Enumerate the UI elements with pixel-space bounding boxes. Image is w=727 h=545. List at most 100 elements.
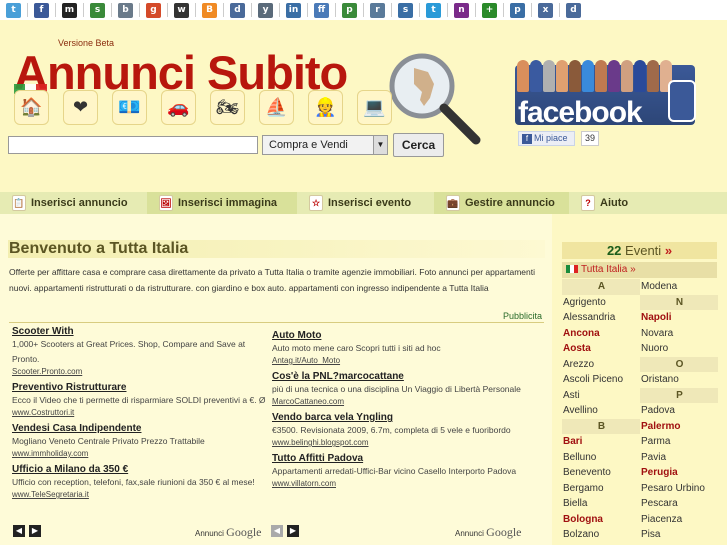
- ad-item[interactable]: Scooter With 1,000+ Scooters at Great Pri…: [12, 326, 272, 376]
- car-icon[interactable]: 🚗: [161, 90, 196, 125]
- wordpress-icon[interactable]: w: [174, 2, 189, 18]
- next-arrow-icon[interactable]: ▶: [287, 525, 299, 537]
- myspace-icon[interactable]: m: [62, 2, 77, 18]
- city-link[interactable]: Novara: [640, 326, 718, 342]
- ad-item[interactable]: Cos'è la PNL?marcocattane più di una tecn…: [272, 371, 532, 406]
- ad-url[interactable]: Scooter.Pronto.com: [12, 367, 272, 376]
- city-link[interactable]: Piacenza: [640, 512, 718, 528]
- ad-title[interactable]: Auto Moto: [272, 330, 532, 341]
- linkedin-icon[interactable]: in: [286, 2, 301, 18]
- city-link[interactable]: Bergamo: [562, 481, 640, 497]
- reader-icon[interactable]: r: [370, 2, 385, 18]
- city-link[interactable]: Aosta: [562, 341, 640, 357]
- google-icon[interactable]: g: [146, 2, 161, 18]
- pinterest-icon[interactable]: p: [510, 2, 525, 18]
- nav-inserisci-evento[interactable]: ☆ Inserisci evento: [297, 192, 434, 214]
- motorbike-icon[interactable]: 🏍: [210, 90, 245, 125]
- city-link[interactable]: Benevento: [562, 465, 640, 481]
- city-link[interactable]: Biella: [562, 496, 640, 512]
- myweb-icon[interactable]: y: [258, 2, 273, 18]
- search-button[interactable]: Cerca: [393, 133, 444, 157]
- city-link[interactable]: Perugia: [640, 465, 718, 481]
- ad-url[interactable]: Antag.it/Auto_Moto: [272, 356, 532, 365]
- ad-title[interactable]: Scooter With: [12, 326, 272, 337]
- nav-inserisci-immagina[interactable]: 🖼 Inserisci immagina: [147, 192, 297, 214]
- ad-url[interactable]: www.villatorn.com: [272, 479, 532, 488]
- ad-item[interactable]: Auto Moto Auto moto mene caro Scopri tutt…: [272, 330, 532, 365]
- netvibes-icon[interactable]: n: [454, 2, 469, 18]
- city-link[interactable]: Avellino: [562, 403, 640, 419]
- ad-item[interactable]: Ufficio a Milano da 350 € Ufficio con rec…: [12, 464, 272, 499]
- facebook-like-button[interactable]: f Mi piace: [518, 131, 575, 146]
- boat-icon[interactable]: ⛵: [259, 90, 294, 125]
- city-link[interactable]: Asti: [562, 388, 640, 404]
- city-link[interactable]: Modena: [640, 279, 718, 295]
- nav-inserisci-annuncio[interactable]: 📋 Inserisci annuncio: [0, 192, 147, 214]
- annunci-google-right[interactable]: Annunci Google: [455, 525, 521, 540]
- city-link[interactable]: Ancona: [562, 326, 640, 342]
- money-icon[interactable]: 💶: [112, 90, 147, 125]
- city-link[interactable]: Parma: [640, 434, 718, 450]
- city-link[interactable]: Pesaro Urbino: [640, 481, 718, 497]
- city-link[interactable]: Agrigento: [562, 295, 640, 311]
- city-link[interactable]: Belluno: [562, 450, 640, 466]
- nav-aiuto[interactable]: ? Aiuto: [569, 192, 727, 214]
- city-link[interactable]: Palermo: [640, 419, 718, 435]
- annunci-google-left[interactable]: Annunci Google: [195, 525, 261, 540]
- ad-item[interactable]: Vendo barca vela Yngling €3500. Revisiona…: [272, 412, 532, 447]
- stumbleupon-icon[interactable]: s: [90, 2, 105, 18]
- plus-icon[interactable]: +: [482, 2, 497, 18]
- heart-icon[interactable]: ❤: [63, 90, 98, 125]
- ad-title[interactable]: Ufficio a Milano da 350 €: [12, 464, 272, 475]
- twitter-icon[interactable]: t: [6, 2, 21, 18]
- prev-arrow-icon[interactable]: ◀: [13, 525, 25, 537]
- ad-title[interactable]: Preventivo Ristrutturare: [12, 382, 272, 393]
- city-link[interactable]: Bari: [562, 434, 640, 450]
- ad-url[interactable]: MarcoCattaneo.com: [272, 397, 532, 406]
- next-arrow-icon[interactable]: ▶: [29, 525, 41, 537]
- photo-icon[interactable]: p: [342, 2, 357, 18]
- city-link[interactable]: Nuoro: [640, 341, 718, 357]
- ad-title[interactable]: Vendo barca vela Yngling: [272, 412, 532, 423]
- ad-title[interactable]: Cos'è la PNL?marcocattane: [272, 371, 532, 382]
- mixx-icon[interactable]: x: [538, 2, 553, 18]
- ad-item[interactable]: Tutto Affitti Padova Appartamenti arredat…: [272, 453, 532, 488]
- share-icon[interactable]: s: [398, 2, 413, 18]
- ad-item[interactable]: Vendesi Casa Indipendente Mogliano Veneto…: [12, 423, 272, 458]
- prev-arrow-icon[interactable]: ◀: [271, 525, 283, 537]
- ad-url[interactable]: www.immholiday.com: [12, 449, 272, 458]
- city-link[interactable]: Pavia: [640, 450, 718, 466]
- bookmark-icon[interactable]: b: [118, 2, 133, 18]
- eventi-link[interactable]: 22 Eventi »: [562, 242, 717, 259]
- ad-url[interactable]: www.Costruttori.it: [12, 408, 272, 417]
- city-link[interactable]: Arezzo: [562, 357, 640, 373]
- ad-item[interactable]: Preventivo Ristrutturare Ecco il Video ch…: [12, 382, 272, 417]
- digg-icon[interactable]: d: [566, 2, 581, 18]
- category-select[interactable]: Compra e Vendi ▼: [262, 135, 388, 155]
- tutta-italia-link[interactable]: Tutta Italia »: [562, 262, 717, 278]
- ad-url[interactable]: www.TeleSegretaria.it: [12, 490, 272, 499]
- nav-gestire-annuncio[interactable]: 💼 Gestire annuncio: [434, 192, 569, 214]
- city-link[interactable]: Pisa: [640, 527, 718, 543]
- city-link[interactable]: Oristano: [640, 372, 718, 388]
- ad-title[interactable]: Tutto Affitti Padova: [272, 453, 532, 464]
- search-input[interactable]: [8, 136, 258, 154]
- city-link[interactable]: Bolzano: [562, 527, 640, 543]
- facebook-icon[interactable]: f: [34, 2, 49, 18]
- worker-icon[interactable]: 👷: [308, 90, 343, 125]
- city-link[interactable]: Pescara: [640, 496, 718, 512]
- divider: [139, 3, 140, 17]
- delicious-icon[interactable]: d: [230, 2, 245, 18]
- technorati-icon[interactable]: t: [426, 2, 441, 18]
- city-link[interactable]: Alessandria: [562, 310, 640, 326]
- city-link[interactable]: Padova: [640, 403, 718, 419]
- ad-title[interactable]: Vendesi Casa Indipendente: [12, 423, 272, 434]
- city-link[interactable]: Ascoli Piceno: [562, 372, 640, 388]
- computer-icon[interactable]: 💻: [357, 90, 392, 125]
- ad-url[interactable]: www.belinghi.blogspot.com: [272, 438, 532, 447]
- city-link[interactable]: Napoli: [640, 310, 718, 326]
- house-icon[interactable]: 🏠: [14, 90, 49, 125]
- friendfeed-icon[interactable]: ff: [314, 2, 329, 18]
- blogger-icon[interactable]: B: [202, 2, 217, 18]
- city-link[interactable]: Bologna: [562, 512, 640, 528]
